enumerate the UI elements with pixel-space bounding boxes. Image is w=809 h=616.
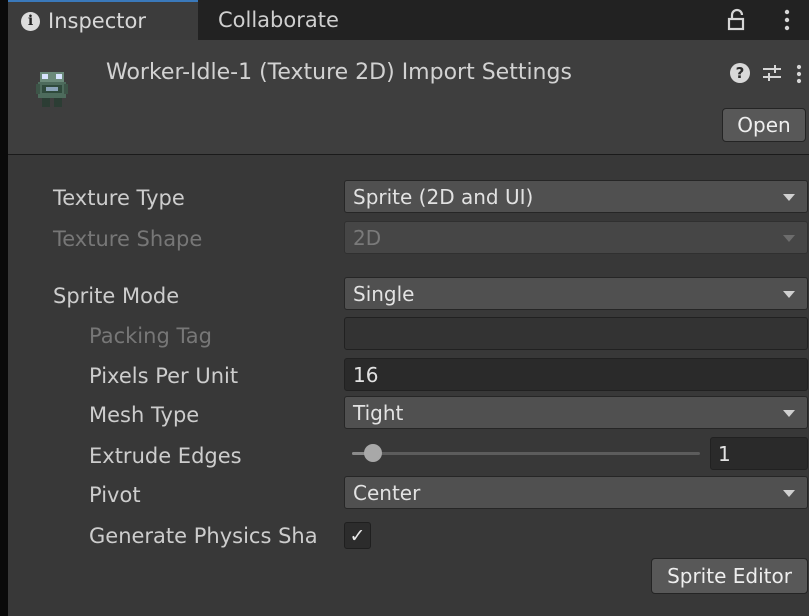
inspector-panel: i Inspector Collaborate Worker-Idle-1 (T… bbox=[8, 0, 809, 616]
packing-tag-field bbox=[344, 317, 808, 350]
generate-physics-shape-checkbox[interactable]: ✓ bbox=[344, 522, 371, 549]
info-icon: i bbox=[21, 11, 40, 31]
mesh-type-dropdown[interactable]: Tight bbox=[344, 396, 808, 429]
pivot-label: Pivot bbox=[89, 483, 141, 507]
mesh-type-label: Mesh Type bbox=[89, 403, 200, 427]
chevron-down-icon bbox=[783, 490, 795, 497]
extrude-edges-value-field[interactable]: 1 bbox=[710, 437, 808, 470]
kebab-menu-icon[interactable] bbox=[783, 9, 791, 31]
texture-type-dropdown[interactable]: Sprite (2D and UI) bbox=[344, 180, 808, 213]
pivot-dropdown[interactable]: Center bbox=[344, 476, 808, 509]
texture-type-label: Texture Type bbox=[53, 186, 185, 210]
window-frame: i Inspector Collaborate Worker-Idle-1 (T… bbox=[0, 0, 809, 616]
sprite-mode-dropdown[interactable]: Single bbox=[344, 277, 808, 310]
chevron-down-icon bbox=[783, 194, 795, 201]
texture-shape-value: 2D bbox=[353, 225, 382, 250]
chevron-down-icon bbox=[783, 235, 795, 242]
tab-collaborate-label: Collaborate bbox=[218, 8, 339, 32]
sprite-editor-button[interactable]: Sprite Editor bbox=[651, 558, 808, 594]
extrude-edges-slider[interactable] bbox=[352, 452, 700, 455]
sprite-mode-value: Single bbox=[353, 281, 415, 306]
sprite-mode-label: Sprite Mode bbox=[53, 284, 180, 308]
tab-bar: i Inspector Collaborate bbox=[8, 0, 809, 40]
generate-physics-shape-label: Generate Physics Sha bbox=[89, 524, 318, 548]
tab-inspector[interactable]: i Inspector bbox=[8, 0, 198, 40]
pixels-per-unit-label: Pixels Per Unit bbox=[89, 364, 239, 388]
checkmark-icon: ✓ bbox=[349, 524, 366, 547]
slider-thumb[interactable] bbox=[363, 444, 382, 462]
asset-header: Worker-Idle-1 (Texture 2D) Import Settin… bbox=[8, 40, 809, 155]
lock-icon[interactable] bbox=[725, 8, 747, 32]
mesh-type-value: Tight bbox=[353, 400, 404, 425]
open-button[interactable]: Open bbox=[722, 108, 806, 142]
packing-tag-label: Packing Tag bbox=[89, 324, 212, 348]
preset-sliders-icon[interactable] bbox=[761, 63, 783, 83]
extrude-edges-label: Extrude Edges bbox=[89, 444, 242, 468]
asset-title: Worker-Idle-1 (Texture 2D) Import Settin… bbox=[106, 60, 572, 85]
pivot-value: Center bbox=[353, 480, 421, 505]
chevron-down-icon bbox=[783, 291, 795, 298]
tab-collaborate[interactable]: Collaborate bbox=[218, 0, 339, 40]
help-icon[interactable]: ? bbox=[730, 63, 750, 83]
tab-inspector-label: Inspector bbox=[48, 9, 146, 33]
header-kebab-menu-icon[interactable] bbox=[795, 64, 803, 84]
pixels-per-unit-field[interactable]: 16 bbox=[344, 358, 808, 391]
texture-shape-dropdown: 2D bbox=[344, 221, 808, 254]
texture-type-value: Sprite (2D and UI) bbox=[353, 184, 534, 209]
texture-shape-label: Texture Shape bbox=[53, 227, 203, 251]
sprite-thumbnail-icon bbox=[36, 72, 68, 107]
chevron-down-icon bbox=[783, 410, 795, 417]
